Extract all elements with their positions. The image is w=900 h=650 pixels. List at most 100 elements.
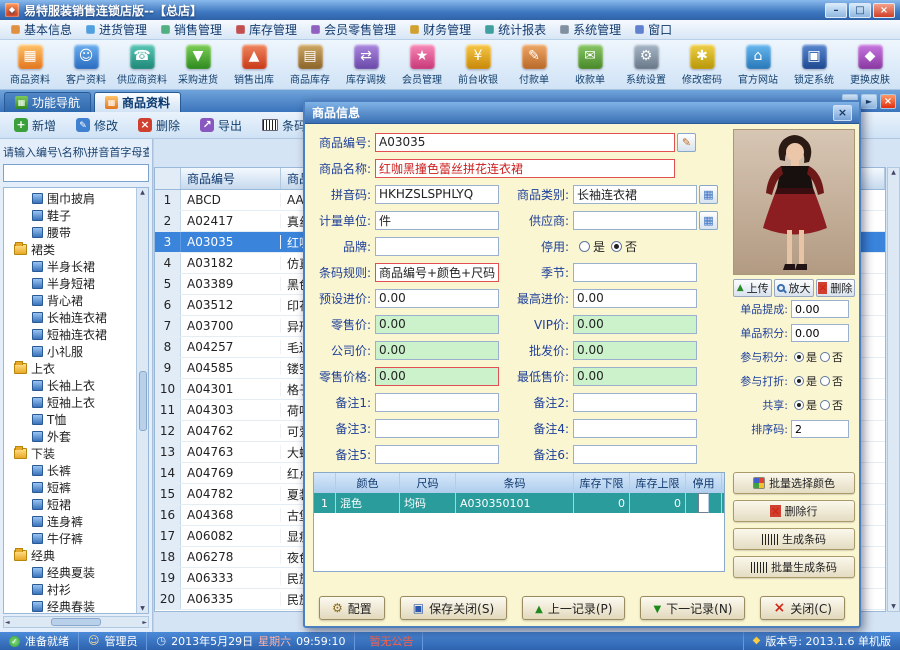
save-close-button[interactable]: 保存关闭(S) (400, 596, 507, 620)
scrollbar-thumb[interactable] (139, 371, 147, 431)
scroll-up-icon[interactable] (891, 169, 896, 176)
tree-item[interactable]: 牛仔裤 (4, 530, 148, 547)
menu-item[interactable]: 统计报表 (478, 19, 553, 40)
scroll-down-icon[interactable] (891, 603, 896, 610)
upload-photo-button[interactable]: 上传 (733, 279, 772, 297)
retail-price2-input[interactable] (375, 367, 499, 386)
toolbar-item[interactable]: 商品资料 (2, 42, 58, 88)
tree-item[interactable]: 半身长裙 (4, 258, 148, 275)
pick-category-icon[interactable] (699, 185, 718, 204)
tree-item[interactable]: T恤 (4, 411, 148, 428)
scroll-tabs-right-icon[interactable] (861, 94, 877, 109)
scroll-up-icon[interactable] (140, 189, 145, 196)
menu-item[interactable]: 进货管理 (79, 19, 154, 40)
toolbar-item[interactable]: 收款单 (562, 42, 618, 88)
close-button[interactable]: 关闭(C) (760, 596, 844, 620)
menu-item[interactable]: 基本信息 (4, 19, 79, 40)
delete-row-button[interactable]: 删除行 (733, 500, 855, 522)
max-cost-input[interactable] (573, 289, 697, 308)
generate-barcode-button[interactable]: 生成条码 (733, 528, 855, 550)
tree-item[interactable]: 短袖连衣裙 (4, 326, 148, 343)
toolbar-item[interactable]: 会员管理 (394, 42, 450, 88)
category-search-input[interactable] (3, 164, 149, 182)
batch-generate-barcode-button[interactable]: 批量生成条码 (733, 556, 855, 578)
tree-item[interactable]: 经典 (4, 547, 148, 564)
tree-item[interactable]: 经典春装 (4, 598, 148, 614)
tree-horizontal-scrollbar[interactable] (3, 616, 149, 628)
vip-price-input[interactable] (573, 315, 697, 334)
tree-item[interactable]: 短裤 (4, 479, 148, 496)
menu-item[interactable]: 库存管理 (229, 19, 304, 40)
tab-goods[interactable]: 商品资料 (94, 92, 181, 112)
toolbar-item[interactable]: 库存调拨 (338, 42, 394, 88)
supplier-input[interactable] (573, 211, 697, 230)
column-header-color[interactable]: 颜色 (336, 473, 400, 493)
column-header-code[interactable]: 商品编号 (181, 168, 281, 189)
join-discount-yes-radio[interactable] (794, 376, 804, 386)
unit-input[interactable] (375, 211, 499, 230)
tree-item[interactable]: 短袖上衣 (4, 394, 148, 411)
menu-item[interactable]: 窗口 (628, 19, 679, 40)
menu-item[interactable]: 财务管理 (403, 19, 478, 40)
product-name-input[interactable] (375, 159, 675, 178)
sku-disabled-checkbox[interactable] (698, 493, 709, 513)
maximize-icon[interactable] (849, 3, 871, 18)
tree-item[interactable]: 长裤 (4, 462, 148, 479)
share-no-radio[interactable] (820, 400, 830, 410)
share-yes-radio[interactable] (794, 400, 804, 410)
menu-item[interactable]: 系统管理 (553, 19, 628, 40)
note5-input[interactable] (375, 445, 499, 464)
retail-price-input[interactable] (375, 315, 499, 334)
tree-item[interactable]: 经典夏装 (4, 564, 148, 581)
join-discount-no-radio[interactable] (820, 376, 830, 386)
toolbar-item[interactable]: 客户资料 (58, 42, 114, 88)
column-header-disabled[interactable]: 停用 (686, 473, 722, 493)
join-points-no-radio[interactable] (820, 352, 830, 362)
product-code-input[interactable] (375, 133, 675, 152)
title-bar[interactable]: 易特服装销售连锁店版--【总店】 (0, 0, 900, 20)
column-header-stock-min[interactable]: 库存下限 (574, 473, 630, 493)
scroll-down-icon[interactable] (140, 605, 145, 612)
toolbar-item[interactable]: 官方网站 (730, 42, 786, 88)
column-header-stock-max[interactable]: 库存上限 (630, 473, 686, 493)
tree-vertical-scrollbar[interactable] (136, 188, 148, 613)
scrollbar-thumb[interactable] (51, 618, 101, 626)
column-header-size[interactable]: 尺码 (400, 473, 456, 493)
edit-code-icon[interactable] (677, 133, 696, 152)
status-notice[interactable]: 暂无公告 (355, 632, 423, 650)
tree-item[interactable]: 长袖上衣 (4, 377, 148, 394)
tree-item[interactable]: 小礼服 (4, 343, 148, 360)
toolbar-item[interactable]: 锁定系统 (786, 42, 842, 88)
season-input[interactable] (573, 263, 697, 282)
next-record-button[interactable]: 下一记录(N) (640, 596, 745, 620)
toolbar-item[interactable]: 前台收银 (450, 42, 506, 88)
pick-supplier-icon[interactable] (699, 211, 718, 230)
tree-item[interactable]: 长袖连衣裙 (4, 309, 148, 326)
menu-item[interactable]: 销售管理 (154, 19, 229, 40)
close-tab-icon[interactable] (880, 94, 896, 109)
tree-item[interactable]: 腰带 (4, 224, 148, 241)
tree-item[interactable]: 半身短裙 (4, 275, 148, 292)
min-price-input[interactable] (573, 367, 697, 386)
note2-input[interactable] (573, 393, 697, 412)
config-button[interactable]: 配置 (319, 596, 385, 620)
preset-cost-input[interactable] (375, 289, 499, 308)
toolbar-item[interactable]: 系统设置 (618, 42, 674, 88)
tree-item[interactable]: 围巾披肩 (4, 190, 148, 207)
delete-photo-button[interactable]: 删除 (816, 279, 855, 297)
sku-row[interactable]: 1 混色 均码 A030350101 0 0 (314, 493, 724, 513)
tree-item[interactable]: 背心裙 (4, 292, 148, 309)
disabled-no-radio[interactable] (611, 241, 622, 252)
tree-item[interactable]: 裙类 (4, 241, 148, 258)
close-icon[interactable] (873, 3, 895, 18)
note4-input[interactable] (573, 419, 697, 438)
toolbar-item[interactable]: 销售出库 (226, 42, 282, 88)
tree-item[interactable]: 短裙 (4, 496, 148, 513)
batch-pick-colors-button[interactable]: 批量选择颜色 (733, 472, 855, 494)
scroll-right-icon[interactable] (142, 619, 147, 626)
tree-item[interactable]: 外套 (4, 428, 148, 445)
dialog-close-icon[interactable] (833, 105, 852, 121)
column-header-barcode[interactable]: 条码 (456, 473, 574, 493)
minimize-icon[interactable] (825, 3, 847, 18)
toolbar-item[interactable]: 商品库存 (282, 42, 338, 88)
